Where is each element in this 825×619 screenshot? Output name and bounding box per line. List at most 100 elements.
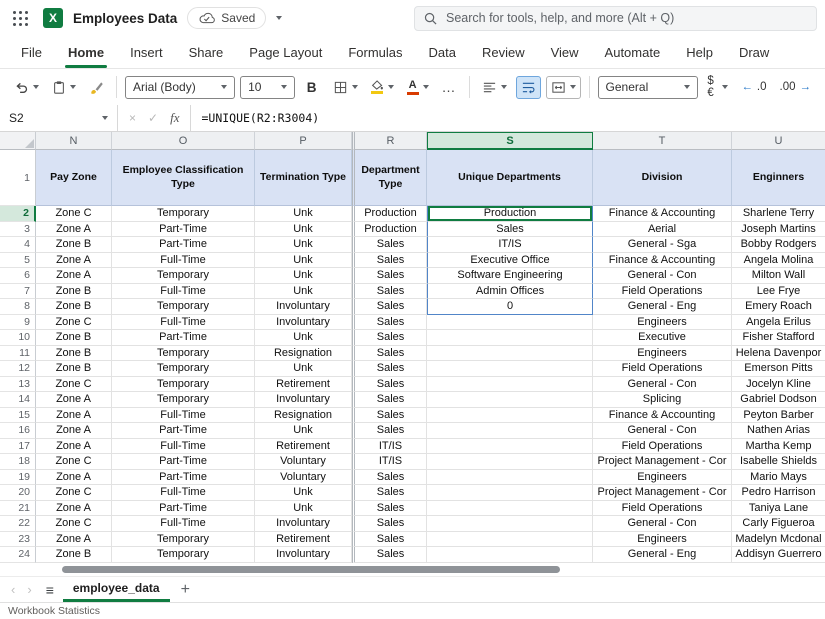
fill-color-button[interactable] [367,77,398,97]
column-header-N[interactable]: N [36,132,112,150]
ribbon-tab-data[interactable]: Data [416,36,469,68]
save-status-badge[interactable]: Saved [187,7,266,29]
cell-S15[interactable] [427,408,593,424]
column-header-O[interactable]: O [112,132,255,150]
select-all-corner[interactable] [0,132,36,150]
cell-R5[interactable]: Sales [352,253,427,269]
more-font-options-button[interactable]: … [438,76,461,98]
cell-T17[interactable]: Field Operations [593,439,732,455]
cell-N17[interactable]: Zone A [36,439,112,455]
cell-N6[interactable]: Zone A [36,268,112,284]
cell-O5[interactable]: Full-Time [112,253,255,269]
cell-S10[interactable] [427,330,593,346]
cell-R18[interactable]: IT/IS [352,454,427,470]
cell-U19[interactable]: Mario Mays [732,470,825,486]
cell-N8[interactable]: Zone B [36,299,112,315]
row-number-1[interactable]: 1 [0,150,36,206]
cell-S4[interactable]: IT/IS [427,237,593,253]
row-number-17[interactable]: 17 [0,439,36,455]
cell-O7[interactable]: Full-Time [112,284,255,300]
cell-U18[interactable]: Isabelle Shields [732,454,825,470]
cell-R9[interactable]: Sales [352,315,427,331]
align-button[interactable] [478,77,511,98]
cell-S21[interactable] [427,501,593,517]
cell-R14[interactable]: Sales [352,392,427,408]
cell-T10[interactable]: Executive [593,330,732,346]
cell-T2[interactable]: Finance & Accounting [593,206,732,222]
cell-N16[interactable]: Zone A [36,423,112,439]
cell-S22[interactable] [427,516,593,532]
cell-U13[interactable]: Jocelyn Kline [732,377,825,393]
cell-S5[interactable]: Executive Office [427,253,593,269]
cell-U20[interactable]: Pedro Harrison [732,485,825,501]
cell-O1[interactable]: Employee Classification Type [112,150,255,206]
column-header-P[interactable]: P [255,132,352,150]
cell-N23[interactable]: Zone A [36,532,112,548]
cell-T21[interactable]: Field Operations [593,501,732,517]
increase-decimal-button[interactable]: .00 → [776,78,816,96]
cell-U8[interactable]: Emery Roach [732,299,825,315]
row-number-10[interactable]: 10 [0,330,36,346]
cell-T11[interactable]: Engineers [593,346,732,362]
cell-T18[interactable]: Project Management - Cor [593,454,732,470]
cell-T6[interactable]: General - Con [593,268,732,284]
cell-P11[interactable]: Resignation [255,346,352,362]
ribbon-tab-file[interactable]: File [8,36,55,68]
cell-T23[interactable]: Engineers [593,532,732,548]
cell-N5[interactable]: Zone A [36,253,112,269]
font-color-chevron-icon[interactable] [423,85,429,89]
cell-O8[interactable]: Temporary [112,299,255,315]
cell-S14[interactable] [427,392,593,408]
cell-U5[interactable]: Angela Molina [732,253,825,269]
search-bar[interactable] [414,6,817,31]
cell-U6[interactable]: Milton Wall [732,268,825,284]
cell-S13[interactable] [427,377,593,393]
cell-R23[interactable]: Sales [352,532,427,548]
decrease-decimal-button[interactable]: ← .0 [737,78,770,96]
horizontal-scrollbar-thumb[interactable] [62,566,560,573]
cell-P13[interactable]: Retirement [255,377,352,393]
cell-U9[interactable]: Angela Erilus [732,315,825,331]
cell-U7[interactable]: Lee Frye [732,284,825,300]
font-name-select[interactable]: Arial (Body) [125,76,235,99]
all-sheets-menu-icon[interactable]: ≡ [39,582,61,598]
cell-U11[interactable]: Helena Davenpor [732,346,825,362]
cell-R19[interactable]: Sales [352,470,427,486]
cell-P4[interactable]: Unk [255,237,352,253]
cell-U4[interactable]: Bobby Rodgers [732,237,825,253]
workbook-statistics-button[interactable]: Workbook Statistics [8,605,100,617]
cell-T5[interactable]: Finance & Accounting [593,253,732,269]
row-number-6[interactable]: 6 [0,268,36,284]
cell-O4[interactable]: Part-Time [112,237,255,253]
row-number-14[interactable]: 14 [0,392,36,408]
cell-T12[interactable]: Field Operations [593,361,732,377]
row-number-2[interactable]: 2 [0,206,36,222]
column-header-R[interactable]: R [352,132,427,150]
paste-dropdown-chevron-icon[interactable] [70,85,76,89]
row-number-4[interactable]: 4 [0,237,36,253]
cell-N3[interactable]: Zone A [36,222,112,238]
cell-U21[interactable]: Taniya Lane [732,501,825,517]
name-box[interactable]: S2 [0,105,118,131]
app-launcher-icon[interactable] [8,6,33,31]
cell-O16[interactable]: Part-Time [112,423,255,439]
cell-P17[interactable]: Retirement [255,439,352,455]
cell-P23[interactable]: Retirement [255,532,352,548]
cell-S24[interactable] [427,547,593,563]
cell-R20[interactable]: Sales [352,485,427,501]
ribbon-tab-formulas[interactable]: Formulas [335,36,415,68]
cell-N13[interactable]: Zone C [36,377,112,393]
cell-U15[interactable]: Peyton Barber [732,408,825,424]
currency-chevron-icon[interactable] [722,85,728,89]
ribbon-tab-page-layout[interactable]: Page Layout [236,36,335,68]
cell-U16[interactable]: Nathen Arias [732,423,825,439]
cell-R7[interactable]: Sales [352,284,427,300]
cell-P22[interactable]: Involuntary [255,516,352,532]
cell-N22[interactable]: Zone C [36,516,112,532]
cell-O23[interactable]: Temporary [112,532,255,548]
cell-S16[interactable] [427,423,593,439]
formula-input[interactable]: =UNIQUE(R2:R3004) [191,105,825,131]
document-title[interactable]: Employees Data [73,11,177,26]
prev-sheet-icon[interactable]: ‹ [6,582,20,597]
cell-T22[interactable]: General - Con [593,516,732,532]
